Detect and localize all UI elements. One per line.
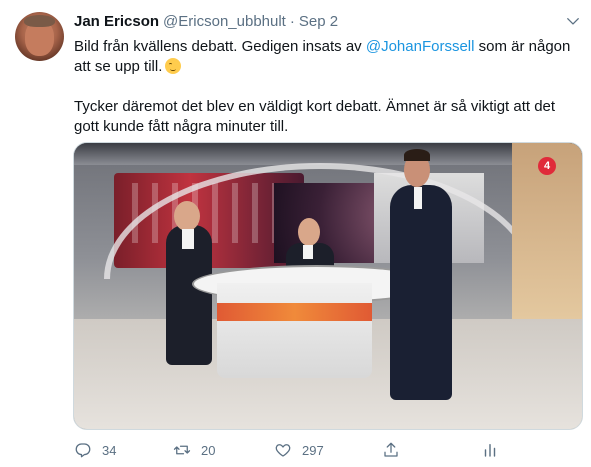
chevron-down-icon[interactable] <box>566 14 580 28</box>
reply-button[interactable]: 34 <box>74 438 116 462</box>
like-count: 297 <box>302 442 324 458</box>
winking-face-emoji-icon <box>165 58 182 74</box>
share-icon <box>384 442 398 457</box>
reply-count: 34 <box>102 442 117 458</box>
retweet-count: 20 <box>201 442 216 458</box>
channel-logo-icon: 4 <box>538 157 556 175</box>
tweet[interactable]: Jan Ericson @Ericson_ubbhult · Sep 2 Bil… <box>0 0 591 467</box>
photo-moderator-head <box>298 218 320 246</box>
photo-moderator-shirt <box>303 245 313 259</box>
photo-person-left-head <box>174 201 200 231</box>
share-button[interactable] <box>382 438 400 462</box>
photo-desk-stripe <box>217 303 372 321</box>
retweet-button[interactable]: 20 <box>173 438 215 462</box>
photo-person-left-shirt <box>182 229 194 249</box>
photo-ceiling <box>74 143 582 165</box>
photo-person-right-shirt <box>414 187 422 209</box>
like-button[interactable]: 297 <box>274 438 324 462</box>
retweet-icon <box>173 445 191 455</box>
tweet-paragraph-1: Bild från kvällens debatt. Gedigen insat… <box>74 38 571 75</box>
author-name[interactable]: Jan Ericson <box>74 13 159 30</box>
tweet-text: Bild från kvällens debatt. Gedigen insat… <box>74 37 579 137</box>
tweet-paragraph-2: Tycker däremot det blev en väldigt kort … <box>74 98 556 135</box>
analytics-button[interactable] <box>481 438 499 462</box>
avatar[interactable] <box>15 12 64 61</box>
separator: · <box>289 13 295 30</box>
reply-icon <box>75 443 91 458</box>
analytics-icon <box>484 444 496 457</box>
author-handle[interactable]: @Ericson_ubbhult <box>163 13 286 30</box>
photo-person-right <box>390 185 452 400</box>
tweet-actions: 34 20 297 <box>74 438 579 462</box>
tweet-date[interactable]: Sep 2 <box>299 13 338 30</box>
tweet-photo[interactable]: 4 <box>73 142 583 430</box>
mention-link[interactable]: @JohanForssell <box>366 38 475 55</box>
tweet-header: Jan Ericson @Ericson_ubbhult · Sep 2 <box>74 13 338 33</box>
avatar-hair <box>24 15 55 27</box>
photo-desk-body <box>217 283 372 378</box>
photo-person-right-hair <box>404 149 430 161</box>
like-icon <box>275 444 291 457</box>
